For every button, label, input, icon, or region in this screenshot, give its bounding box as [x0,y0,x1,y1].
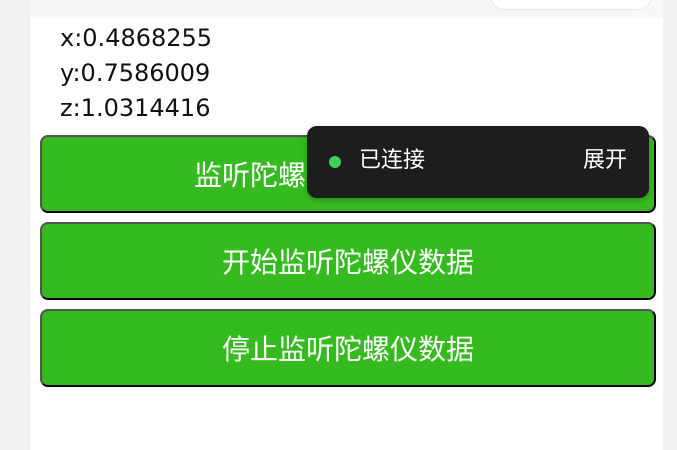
gyro-z-readout: z:1.0314416 [60,94,211,122]
menu-capsule[interactable] [490,0,652,10]
start-gyro-button[interactable]: 开始监听陀螺仪数据 [40,222,656,300]
stop-gyro-button[interactable]: 停止监听陀螺仪数据 [40,309,656,387]
expand-button[interactable]: 展开 [583,146,627,176]
gyro-x-readout: x:0.4868255 [60,24,213,52]
connected-status-icon [329,156,341,168]
gyro-y-readout: y:0.7586009 [60,59,211,87]
connection-status-text: 已连接 [359,148,426,173]
connection-toast: 已连接 展开 [307,126,649,198]
